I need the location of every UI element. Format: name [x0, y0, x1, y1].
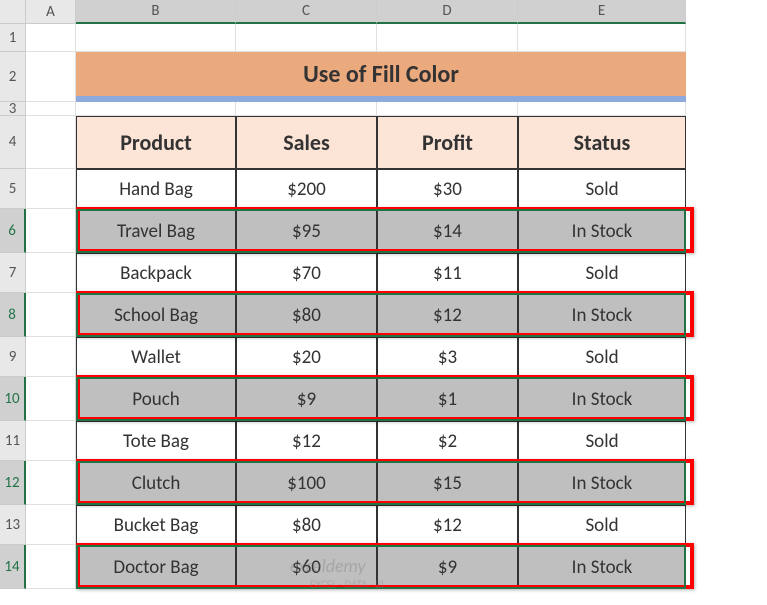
col-header-D[interactable]: D: [377, 0, 518, 24]
cell-sales-1[interactable]: $95: [236, 209, 377, 253]
cell-sales-3[interactable]: $80: [236, 293, 377, 337]
row-header-1[interactable]: 1: [0, 24, 26, 52]
cell-profit-9[interactable]: $9: [377, 545, 518, 589]
cell-status-0[interactable]: Sold: [518, 169, 686, 209]
cell-product-7[interactable]: Clutch: [76, 461, 236, 505]
row-header-5[interactable]: 5: [0, 169, 26, 209]
cell-profit-0[interactable]: $30: [377, 169, 518, 209]
col-header-A[interactable]: A: [26, 0, 76, 24]
cell-sales-6[interactable]: $12: [236, 421, 377, 461]
cell-status-9[interactable]: In Stock: [518, 545, 686, 589]
row-header-13[interactable]: 13: [0, 505, 26, 545]
cell-A1[interactable]: [26, 24, 76, 52]
header-profit[interactable]: Profit: [377, 116, 518, 169]
cell-sales-2[interactable]: $70: [236, 253, 377, 293]
cell-profit-2[interactable]: $11: [377, 253, 518, 293]
cell-product-6[interactable]: Tote Bag: [76, 421, 236, 461]
row-header-2[interactable]: 2: [0, 52, 26, 102]
cell-D3[interactable]: [377, 102, 518, 116]
cell-sales-9[interactable]: $60: [236, 545, 377, 589]
cell-status-6[interactable]: Sold: [518, 421, 686, 461]
col-header-E[interactable]: E: [518, 0, 686, 24]
cell-profit-4[interactable]: $3: [377, 337, 518, 377]
cell-sales-8[interactable]: $80: [236, 505, 377, 545]
cell-A14[interactable]: [26, 545, 76, 589]
cell-product-3[interactable]: School Bag: [76, 293, 236, 337]
cell-profit-1[interactable]: $14: [377, 209, 518, 253]
cell-A12[interactable]: [26, 461, 76, 505]
row-header-12[interactable]: 12: [0, 461, 26, 505]
row-header-4[interactable]: 4: [0, 116, 26, 169]
cell-A3[interactable]: [26, 102, 76, 116]
cell-A7[interactable]: [26, 253, 76, 293]
cell-B3[interactable]: [76, 102, 236, 116]
cell-product-5[interactable]: Pouch: [76, 377, 236, 421]
col-header-B[interactable]: B: [76, 0, 236, 24]
row-header-10[interactable]: 10: [0, 377, 26, 421]
cell-A8[interactable]: [26, 293, 76, 337]
cell-status-1[interactable]: In Stock: [518, 209, 686, 253]
cell-product-1[interactable]: Travel Bag: [76, 209, 236, 253]
cell-sales-4[interactable]: $20: [236, 337, 377, 377]
cell-product-2[interactable]: Backpack: [76, 253, 236, 293]
cell-B1[interactable]: [76, 24, 236, 52]
cell-status-5[interactable]: In Stock: [518, 377, 686, 421]
row-header-3[interactable]: 3: [0, 102, 26, 116]
header-status[interactable]: Status: [518, 116, 686, 169]
cell-E1[interactable]: [518, 24, 686, 52]
cell-A11[interactable]: [26, 421, 76, 461]
cell-profit-7[interactable]: $15: [377, 461, 518, 505]
cell-E3[interactable]: [518, 102, 686, 116]
cell-status-4[interactable]: Sold: [518, 337, 686, 377]
row-header-6[interactable]: 6: [0, 209, 26, 253]
spreadsheet-grid: A B C D E 1 2 3 4 5 6 7 8 9 10 11 12 13 …: [0, 0, 767, 589]
cell-sales-0[interactable]: $200: [236, 169, 377, 209]
row-header-14[interactable]: 14: [0, 545, 26, 589]
cell-status-8[interactable]: Sold: [518, 505, 686, 545]
cell-status-7[interactable]: In Stock: [518, 461, 686, 505]
select-all-corner[interactable]: [0, 0, 26, 24]
cell-A10[interactable]: [26, 377, 76, 421]
cell-product-0[interactable]: Hand Bag: [76, 169, 236, 209]
cell-status-3[interactable]: In Stock: [518, 293, 686, 337]
header-product[interactable]: Product: [76, 116, 236, 169]
cell-profit-6[interactable]: $2: [377, 421, 518, 461]
cell-sales-5[interactable]: $9: [236, 377, 377, 421]
cell-A9[interactable]: [26, 337, 76, 377]
row-header-9[interactable]: 9: [0, 337, 26, 377]
cell-A13[interactable]: [26, 505, 76, 545]
title-cell[interactable]: Use of Fill Color: [76, 52, 686, 102]
cell-profit-3[interactable]: $12: [377, 293, 518, 337]
cell-profit-8[interactable]: $12: [377, 505, 518, 545]
cell-C1[interactable]: [236, 24, 377, 52]
row-header-8[interactable]: 8: [0, 293, 26, 337]
cell-C3[interactable]: [236, 102, 377, 116]
cell-sales-7[interactable]: $100: [236, 461, 377, 505]
cell-A4[interactable]: [26, 116, 76, 169]
row-header-7[interactable]: 7: [0, 253, 26, 293]
cell-product-9[interactable]: Doctor Bag: [76, 545, 236, 589]
col-header-C[interactable]: C: [236, 0, 377, 24]
cell-status-2[interactable]: Sold: [518, 253, 686, 293]
cell-A6[interactable]: [26, 209, 76, 253]
cell-A5[interactable]: [26, 169, 76, 209]
header-sales[interactable]: Sales: [236, 116, 377, 169]
row-header-11[interactable]: 11: [0, 421, 26, 461]
cell-A2[interactable]: [26, 52, 76, 102]
cell-product-4[interactable]: Wallet: [76, 337, 236, 377]
cell-product-8[interactable]: Bucket Bag: [76, 505, 236, 545]
cell-D1[interactable]: [377, 24, 518, 52]
cell-profit-5[interactable]: $1: [377, 377, 518, 421]
